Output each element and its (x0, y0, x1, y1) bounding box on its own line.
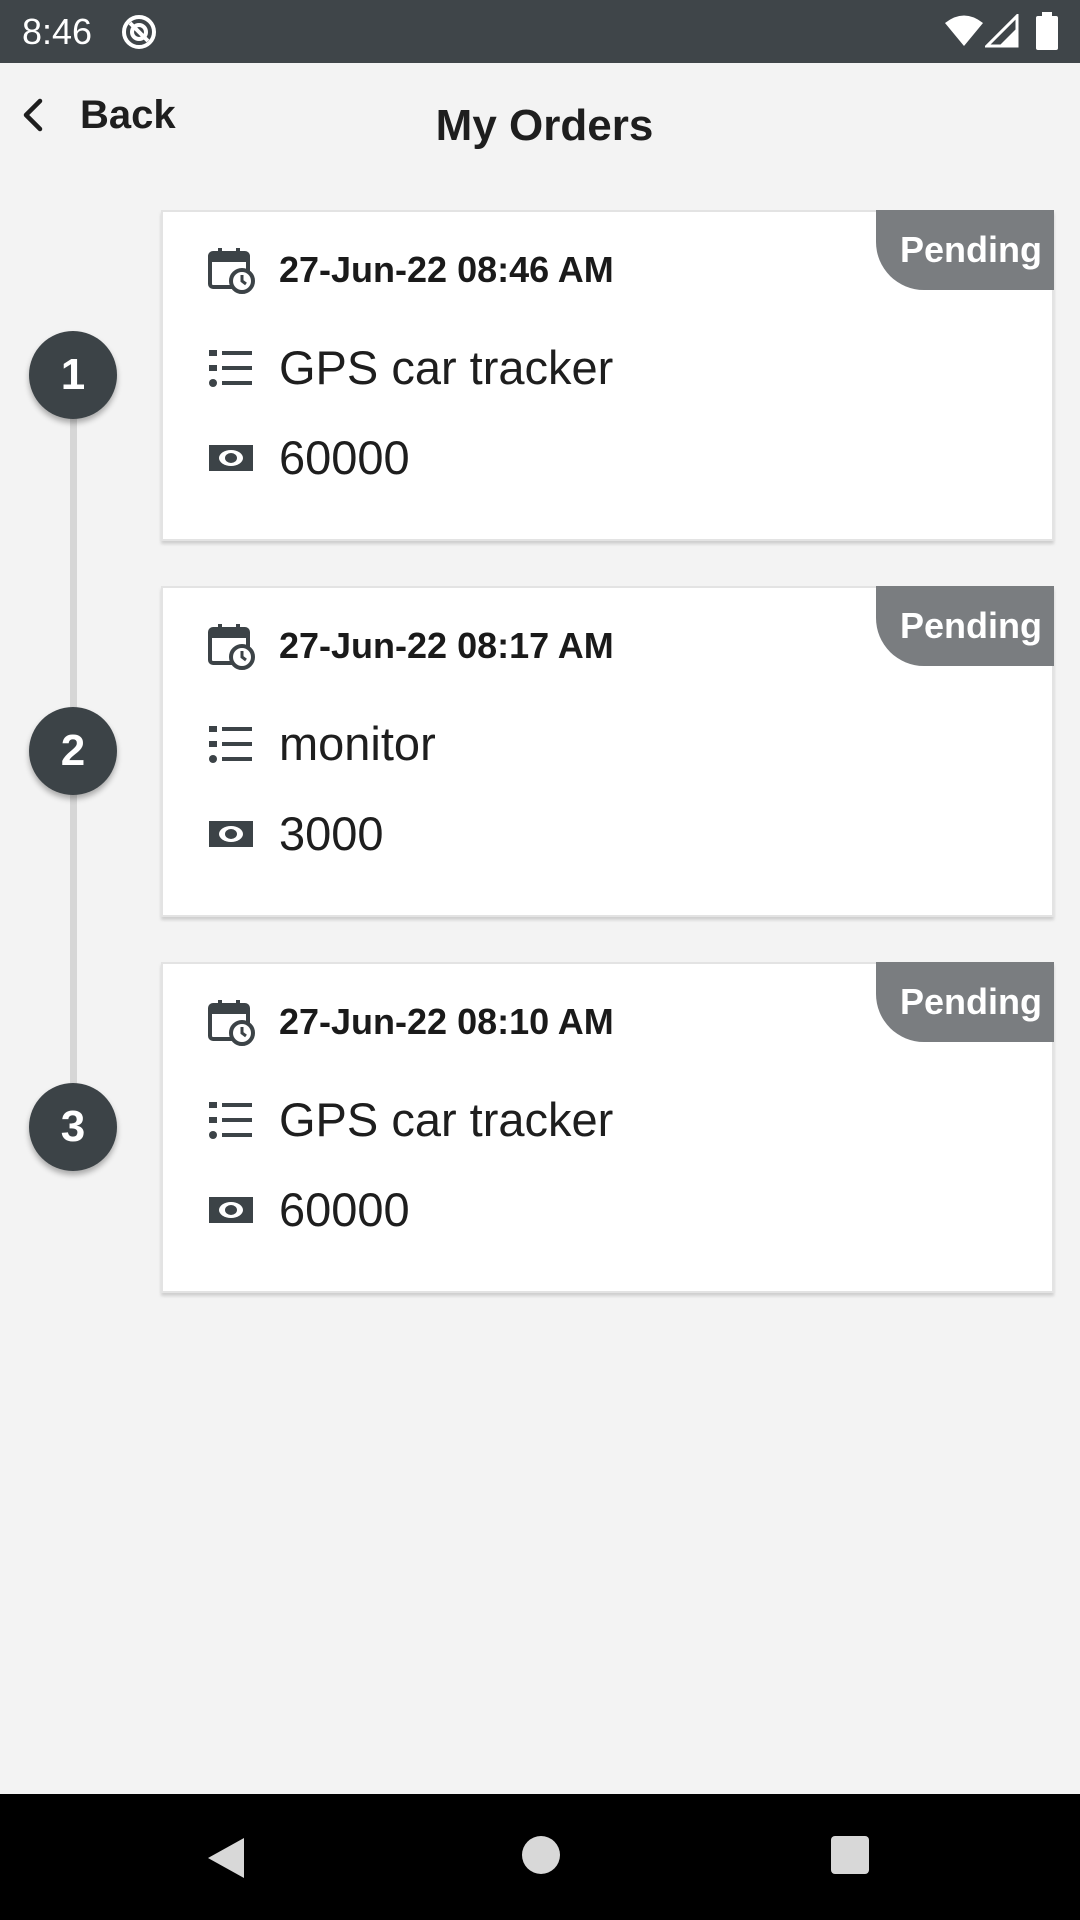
calendar-clock-icon (208, 248, 255, 294)
order-price: 60000 (279, 1183, 410, 1236)
status-time: 8:46 (22, 11, 93, 52)
order-item-row: GPS car tracker (207, 340, 613, 395)
order-number-badge: 2 (29, 707, 117, 795)
order-price-row: 60000 (207, 1182, 410, 1237)
status-badge: Pending (876, 586, 1054, 666)
order-price-row: 60000 (207, 430, 410, 485)
order-card[interactable]: Pending 27-Jun-22 08:17 AM monitor 3000 (161, 586, 1054, 917)
order-card[interactable]: Pending 27-Jun-22 08:46 AM GPS car track… (161, 210, 1054, 541)
order-date-row: 27-Jun-22 08:10 AM (207, 998, 614, 1046)
order-datetime: 27-Jun-22 08:17 AM (279, 625, 614, 666)
order-date-row: 27-Jun-22 08:46 AM (207, 246, 614, 294)
order-datetime: 27-Jun-22 08:10 AM (279, 1001, 614, 1042)
calendar-clock-icon (208, 624, 255, 670)
list-icon (209, 349, 252, 387)
money-icon (209, 1196, 253, 1223)
wifi-icon (945, 15, 983, 46)
status-badge: Pending (876, 962, 1054, 1042)
order-item-name: monitor (279, 717, 436, 770)
order-entry: 2 Pending 27-Jun-22 08:17 AM monitor 300… (0, 586, 1080, 922)
notification-icon (122, 15, 156, 49)
order-price-row: 3000 (207, 806, 384, 861)
signal-icon (985, 14, 1019, 48)
order-item-name: GPS car tracker (279, 1093, 614, 1146)
calendar-clock-icon (208, 1000, 255, 1046)
order-item-row: GPS car tracker (207, 1092, 613, 1147)
order-entry: 1 Pending 27-Jun-22 08:46 AM GPS car tra… (0, 210, 1080, 546)
nav-recents-icon[interactable] (829, 1834, 871, 1876)
order-number-badge: 3 (29, 1083, 117, 1171)
order-number-badge: 1 (29, 331, 117, 419)
nav-back-icon[interactable] (202, 1834, 248, 1882)
list-icon (209, 1101, 252, 1139)
system-nav-bar (0, 1794, 1080, 1920)
order-item-name: GPS car tracker (279, 341, 614, 394)
order-card[interactable]: Pending 27-Jun-22 08:10 AM GPS car track… (161, 962, 1054, 1293)
header: Back My Orders (0, 63, 1080, 193)
money-icon (209, 444, 253, 471)
list-icon (209, 725, 252, 763)
status-badge: Pending (876, 210, 1054, 290)
order-price: 60000 (279, 431, 410, 484)
money-icon (209, 820, 253, 847)
order-date-row: 27-Jun-22 08:17 AM (207, 622, 614, 670)
order-entry: 3 Pending 27-Jun-22 08:10 AM GPS car tra… (0, 962, 1080, 1298)
page-title: My Orders (435, 101, 654, 150)
battery-icon (1036, 12, 1058, 50)
order-price: 3000 (279, 807, 384, 860)
nav-home-icon[interactable] (520, 1834, 562, 1876)
status-bar: 8:46 (0, 0, 1080, 63)
order-datetime: 27-Jun-22 08:46 AM (279, 249, 614, 290)
order-item-row: monitor (207, 716, 436, 771)
